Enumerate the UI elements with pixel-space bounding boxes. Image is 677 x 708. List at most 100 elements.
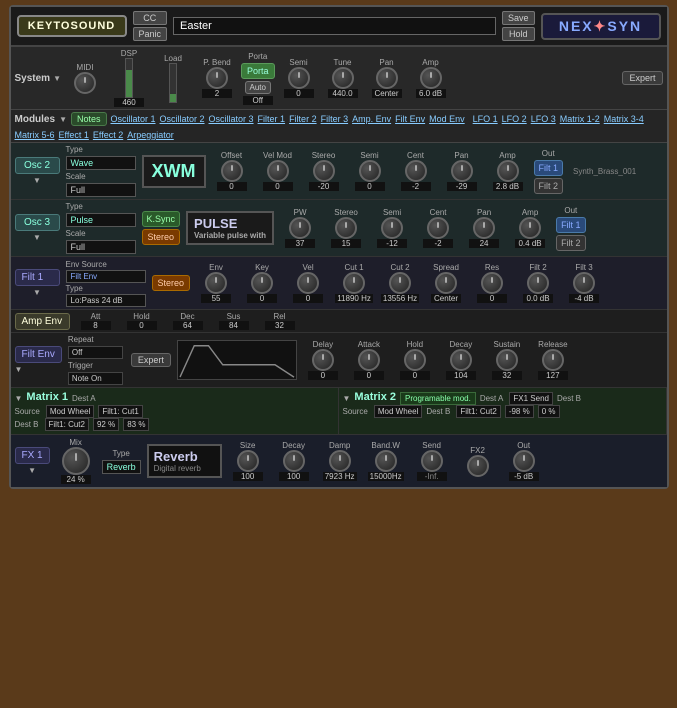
matrix56-link[interactable]: Matrix 5-6 bbox=[15, 130, 55, 140]
osc2-type-value[interactable]: Wave bbox=[66, 156, 136, 170]
osc3-filt1-button[interactable]: Filt 1 bbox=[556, 217, 586, 233]
fx1-mix-knob[interactable] bbox=[62, 447, 90, 475]
osc3-label[interactable]: Osc 3 bbox=[15, 214, 60, 231]
filtenv-hold-knob[interactable] bbox=[404, 349, 426, 371]
pan-knob[interactable] bbox=[376, 67, 398, 89]
osc2-label[interactable]: Osc 2 bbox=[15, 157, 60, 174]
filtenv-dropdown[interactable]: ▼ bbox=[15, 365, 62, 374]
osc2-preset-block: Synth_Brass_001 bbox=[573, 166, 636, 177]
osc3-pan-value: 24 bbox=[469, 239, 499, 248]
cc-button[interactable]: CC bbox=[133, 11, 168, 25]
effect2-link[interactable]: Effect 2 bbox=[93, 130, 123, 140]
filtenv-expert-button[interactable]: Expert bbox=[131, 353, 171, 367]
osc3-pan-knob[interactable] bbox=[473, 217, 495, 239]
osc1-link[interactable]: Oscillator 1 bbox=[111, 114, 156, 124]
fx1-bandw-knob[interactable] bbox=[375, 450, 397, 472]
filtenv-link[interactable]: Filt Env bbox=[395, 114, 425, 124]
filt1-filt2-knob[interactable] bbox=[527, 272, 549, 294]
filt1-env-col: Env 55 bbox=[196, 263, 236, 303]
arpeggiator-link[interactable]: Arpeggiator bbox=[127, 130, 174, 140]
filtenv-release-knob[interactable] bbox=[542, 349, 564, 371]
matrix2-dropdown[interactable]: ▼ bbox=[343, 394, 351, 403]
filt3-link[interactable]: Filter 3 bbox=[321, 114, 349, 124]
osc3-type-value[interactable]: Pulse bbox=[66, 213, 136, 227]
fx1-fx2-knob[interactable] bbox=[467, 455, 489, 477]
tune-knob[interactable] bbox=[332, 67, 354, 89]
effect1-link[interactable]: Effect 1 bbox=[59, 130, 89, 140]
fx1-send-knob[interactable] bbox=[421, 450, 443, 472]
filt1-key-knob[interactable] bbox=[251, 272, 273, 294]
ampenv-label[interactable]: Amp Env bbox=[15, 313, 70, 330]
matrix34-link[interactable]: Matrix 3-4 bbox=[604, 114, 644, 124]
osc3-stereo-button[interactable]: Stereo bbox=[142, 229, 181, 245]
filt1-spread-knob[interactable] bbox=[435, 272, 457, 294]
modenv-link[interactable]: Mod Env bbox=[429, 114, 465, 124]
matrix12-link[interactable]: Matrix 1-2 bbox=[560, 114, 600, 124]
filt1-res-knob[interactable] bbox=[481, 272, 503, 294]
osc3-link[interactable]: Oscillator 3 bbox=[209, 114, 254, 124]
osc3-cent-knob[interactable] bbox=[427, 217, 449, 239]
fx1-dropdown[interactable]: ▼ bbox=[28, 466, 36, 475]
pbend-knob[interactable] bbox=[206, 67, 228, 89]
lfo1-link[interactable]: LFO 1 bbox=[473, 114, 498, 124]
osc2-stereo-knob[interactable] bbox=[313, 160, 335, 182]
filt1-stereo-button[interactable]: Stereo bbox=[152, 275, 191, 291]
system-dropdown-arrow[interactable]: ▼ bbox=[53, 74, 61, 83]
fx1-out-knob[interactable] bbox=[513, 450, 535, 472]
osc2-pan-knob[interactable] bbox=[451, 160, 473, 182]
lfo2-link[interactable]: LFO 2 bbox=[502, 114, 527, 124]
filtenv-release-col: Release 127 bbox=[533, 340, 573, 380]
osc3-semi-knob[interactable] bbox=[381, 217, 403, 239]
filtenv-delay-knob[interactable] bbox=[312, 349, 334, 371]
filtenv-sustain-knob[interactable] bbox=[496, 349, 518, 371]
osc2-filt2-button[interactable]: Filt 2 bbox=[534, 178, 564, 194]
save-button[interactable]: Save bbox=[502, 11, 535, 25]
ampenv-link[interactable]: Amp. Env bbox=[352, 114, 391, 124]
osc2-velmod-knob[interactable] bbox=[267, 160, 289, 182]
filt1-env-knob[interactable] bbox=[205, 272, 227, 294]
filt1-vel-knob[interactable] bbox=[297, 272, 319, 294]
osc2-offset-knob[interactable] bbox=[221, 160, 243, 182]
fx1-damp-knob[interactable] bbox=[329, 450, 351, 472]
filt1-label[interactable]: Filt 1 bbox=[15, 269, 60, 286]
filt1-link[interactable]: Filter 1 bbox=[258, 114, 286, 124]
osc3-amp-knob[interactable] bbox=[519, 217, 541, 239]
osc2-filt1-button[interactable]: Filt 1 bbox=[534, 160, 564, 176]
filt1-filt3-knob[interactable] bbox=[573, 272, 595, 294]
filt1-cut2-knob[interactable] bbox=[389, 272, 411, 294]
osc3-pw-knob[interactable] bbox=[289, 217, 311, 239]
fx1-reverb-sub: Digital reverb bbox=[154, 464, 215, 473]
dsp-col: DSP 460 bbox=[109, 49, 149, 107]
panic-button[interactable]: Panic bbox=[133, 27, 168, 41]
ksync-button[interactable]: K.Sync bbox=[142, 211, 181, 227]
filtenv-label[interactable]: Filt Env bbox=[15, 346, 62, 363]
semi-knob[interactable] bbox=[288, 67, 310, 89]
osc2-link[interactable]: Oscillator 2 bbox=[160, 114, 205, 124]
osc2-cent-knob[interactable] bbox=[405, 160, 427, 182]
osc2-amp-knob[interactable] bbox=[497, 160, 519, 182]
lfo3-link[interactable]: LFO 3 bbox=[531, 114, 556, 124]
filt2-link[interactable]: Filter 2 bbox=[289, 114, 317, 124]
hold-button[interactable]: Hold bbox=[502, 27, 535, 41]
filt1-dropdown[interactable]: ▼ bbox=[33, 288, 41, 297]
osc2-dropdown[interactable]: ▼ bbox=[33, 176, 41, 185]
matrix1-dropdown[interactable]: ▼ bbox=[15, 394, 23, 403]
expert-button[interactable]: Expert bbox=[622, 71, 662, 85]
osc2-semi-knob[interactable] bbox=[359, 160, 381, 182]
modules-dropdown[interactable]: ▼ bbox=[59, 115, 67, 124]
filt1-cut1-knob[interactable] bbox=[343, 272, 365, 294]
osc3-filt2-button[interactable]: Filt 2 bbox=[556, 235, 586, 251]
midi-knob[interactable] bbox=[74, 72, 96, 94]
fx1-size-knob[interactable] bbox=[237, 450, 259, 472]
porta-button[interactable]: Porta bbox=[241, 63, 275, 79]
osc3-dropdown[interactable]: ▼ bbox=[33, 233, 41, 242]
filtenv-decay-knob[interactable] bbox=[450, 349, 472, 371]
notes-button[interactable]: Notes bbox=[71, 112, 107, 126]
pbend-col: P. Bend 2 bbox=[197, 58, 237, 98]
filtenv-attack-knob[interactable] bbox=[358, 349, 380, 371]
osc3-stereo-knob[interactable] bbox=[335, 217, 357, 239]
fx1-label[interactable]: FX 1 bbox=[15, 447, 50, 464]
preset-input[interactable] bbox=[173, 17, 496, 35]
fx1-decay-knob[interactable] bbox=[283, 450, 305, 472]
amp-knob[interactable] bbox=[420, 67, 442, 89]
